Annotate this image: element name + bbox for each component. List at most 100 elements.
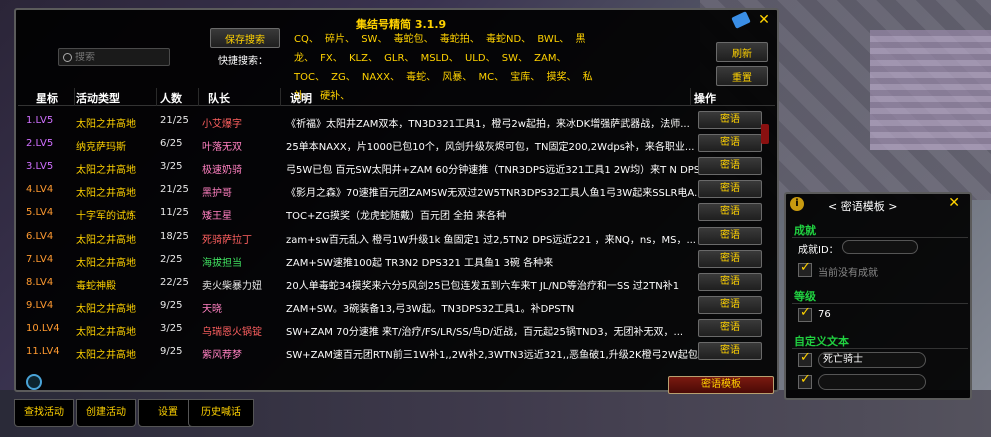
activity-description: 《祈福》太阳井ZAM双本，TN3D321工具1，橙弓2w起拍，来冰DK增强萨武器… xyxy=(286,119,690,130)
member-count: 18/25 xyxy=(160,230,189,242)
activity-description: zam+sw百元乱入 橙弓1W升级1k 鱼固定1 过2,5TN2 DPS远近22… xyxy=(286,234,696,246)
star-level: 4.LV4 xyxy=(26,184,54,196)
table-row[interactable]: 5.LV4 十字军的试炼 11/25 矮王星 TOC+ZG摸奖（龙虎蛇随戴）百元团 全拍… xyxy=(18,202,775,224)
table-row[interactable]: 6.LV4 太阳之井高地 18/25 死骑萨拉丁 zam+sw百元乱入 橙弓1W升级1k… xyxy=(18,226,775,248)
search-icon xyxy=(63,52,72,62)
table-row[interactable]: 3.LV5 太阳之井高地 3/25 极速奶骑 弓5W已包 百元SW太阳井+ZAM 60分… xyxy=(18,156,775,178)
whisper-button[interactable]: 密语 xyxy=(698,295,762,314)
activity-type: 太阳之井高地 xyxy=(76,188,136,200)
leader-name: 矮王星 xyxy=(202,211,232,223)
whisper-button[interactable]: 密语 xyxy=(698,249,762,268)
close-button[interactable]: ✕ xyxy=(757,13,771,27)
header-leader[interactable]: 队长 xyxy=(208,90,230,106)
member-count: 3/25 xyxy=(160,322,183,334)
section-achievement: 成就 xyxy=(794,224,816,237)
member-count: 21/25 xyxy=(160,184,189,196)
header-divider xyxy=(198,88,199,106)
activity-description: SW+ZAM 70分速推 来T/治疗/FS/LR/SS/鸟D/近战，百元起25锅… xyxy=(286,326,684,338)
tab-history[interactable]: 历史喊话 xyxy=(188,399,254,427)
header-star[interactable]: 星标 xyxy=(36,90,58,106)
leader-name: 海拔担当 xyxy=(202,257,242,269)
leader-name: 乌瑞恩火锅锭 xyxy=(202,326,262,338)
star-level: 2.LV5 xyxy=(26,138,54,150)
custom-text-1-checkbox[interactable]: ✓ xyxy=(798,350,812,367)
custom-text-2-checkbox[interactable]: ✓ xyxy=(798,372,812,389)
minimap-icon[interactable] xyxy=(26,374,42,390)
panel-title: < 密语模板 > xyxy=(828,200,898,213)
activity-description: TOC+ZG摸奖（龙虎蛇随戴）百元团 全拍 来各种 xyxy=(286,211,507,223)
search-input[interactable] xyxy=(58,48,170,66)
whisper-button[interactable]: 密语 xyxy=(698,342,762,360)
activity-type: 十字军的试炼 xyxy=(76,211,136,223)
save-search-button[interactable]: 保存搜索 xyxy=(210,28,280,48)
whisper-button[interactable]: 密语 xyxy=(698,157,762,176)
table-row[interactable]: 10.LV4 太阳之井高地 3/25 乌瑞恩火锅锭 SW+ZAM 70分速推 来T/治疗… xyxy=(18,318,775,340)
leader-name: 死骑萨拉丁 xyxy=(202,234,252,246)
leader-name: 极速奶骑 xyxy=(202,165,242,177)
section-level: 等级 xyxy=(794,290,816,303)
header-divider xyxy=(690,88,691,106)
background-scene-roof xyxy=(870,30,991,150)
whisper-button[interactable]: 密语 xyxy=(698,318,762,337)
refresh-button[interactable]: 刷新 xyxy=(716,42,768,62)
pin-icon[interactable] xyxy=(731,11,751,29)
whisper-template-button[interactable]: 密语模板 xyxy=(668,376,774,394)
reset-button[interactable]: 重置 xyxy=(716,66,768,86)
custom-text-1-input[interactable]: 死亡骑士 xyxy=(818,352,926,368)
whisper-button[interactable]: 密语 xyxy=(698,134,762,153)
star-level: 7.LV4 xyxy=(26,253,54,265)
member-count: 9/25 xyxy=(160,299,183,311)
header-activity[interactable]: 活动类型 xyxy=(76,90,120,106)
table-row[interactable]: 1.LV5 太阳之井高地 21/25 小艾爆字 《祈福》太阳井ZAM双本，TN3D321… xyxy=(18,110,775,132)
leader-name: 叶落无双 xyxy=(202,142,242,154)
header-op: 操作 xyxy=(694,92,716,105)
table-row[interactable]: 2.LV5 纳克萨玛斯 6/25 叶落无双 25单本NAXX，片1000已包10个，风剑… xyxy=(18,133,775,155)
whisper-button[interactable]: 密语 xyxy=(698,226,762,245)
divider xyxy=(792,237,968,238)
no-achievement-label: 当前没有成就 xyxy=(818,268,878,279)
activity-type: 太阳之井高地 xyxy=(76,303,136,315)
table-row[interactable]: 11.LV4 太阳之井高地 9/25 紫风荐梦 SW+ZAM速百元团RTN前三1W补1,… xyxy=(18,341,775,363)
check-icon: ✓ xyxy=(800,260,811,275)
activity-description: 25单本NAXX，片1000已包10个，风剑升级灰烬可包，TN固定200,2Wd… xyxy=(286,142,695,154)
star-level: 10.LV4 xyxy=(26,322,60,334)
custom-text-2-input[interactable] xyxy=(818,374,926,390)
divider xyxy=(792,348,968,349)
activity-description: 20人单毒蛇34摸奖来六分5风剑25已包连发五到六车来T JL/ND等治疗和一S… xyxy=(286,280,680,292)
member-count: 9/25 xyxy=(160,346,183,357)
level-checkbox[interactable]: ✓ xyxy=(798,305,812,322)
whisper-button[interactable]: 密语 xyxy=(698,203,762,222)
activity-type: 纳克萨玛斯 xyxy=(76,142,126,154)
leader-name: 紫风荐梦 xyxy=(202,350,242,361)
check-icon: ✓ xyxy=(800,372,811,387)
no-achievement-checkbox[interactable]: ✓ xyxy=(798,260,812,277)
member-count: 6/25 xyxy=(160,138,183,150)
whisper-button[interactable]: 密语 xyxy=(698,272,762,291)
table-row[interactable]: 8.LV4 毒蛇神殿 22/25 卖火柴暴力妞 20人单毒蛇34摸奖来六分5风剑25已包… xyxy=(18,272,775,294)
leader-name: 卖火柴暴力妞 xyxy=(202,280,262,292)
search-field[interactable] xyxy=(75,51,165,63)
header-count[interactable]: 人数 xyxy=(160,90,182,106)
star-level: 8.LV4 xyxy=(26,276,54,288)
scrollbar-thumb[interactable] xyxy=(761,124,769,144)
whisper-template-panel: i < 密语模板 > ✕ 成就 成就ID： ✓ 当前没有成就 等级 ✓ 76 自… xyxy=(784,192,972,400)
whisper-button[interactable]: 密语 xyxy=(698,111,762,129)
table-row[interactable]: 4.LV4 太阳之井高地 21/25 黑护哥 《影月之森》70速推百元团ZAMSW无双过… xyxy=(18,179,775,201)
star-level: 11.LV4 xyxy=(26,346,60,357)
table-row[interactable]: 7.LV4 太阳之井高地 2/25 海拔担当 ZAM+SW速推100起 TR3N2 DP… xyxy=(18,249,775,271)
table-row[interactable]: 9.LV4 太阳之井高地 9/25 天晓 ZAM+SW。3碗装备13,弓3W起。TN3D… xyxy=(18,295,775,317)
tab-find-activity[interactable]: 查找活动 xyxy=(14,399,74,427)
activity-description: ZAM+SW速推100起 TR3N2 DPS321 工具鱼1 3碗 各种来 xyxy=(286,257,554,269)
header-divider xyxy=(74,88,75,106)
header-divider xyxy=(280,88,281,106)
leader-name: 天晓 xyxy=(202,303,222,315)
member-count: 3/25 xyxy=(160,161,183,173)
divider xyxy=(792,303,968,304)
close-button[interactable]: ✕ xyxy=(948,195,960,211)
tab-create-activity[interactable]: 创建活动 xyxy=(76,399,136,427)
achievement-id-input[interactable] xyxy=(842,240,918,254)
whisper-button[interactable]: 密语 xyxy=(698,180,762,199)
activity-description: 《影月之森》70速推百元团ZAMSW无双过2W5TNR3DPS32工具人鱼1弓3… xyxy=(286,188,700,200)
info-icon[interactable]: i xyxy=(790,197,804,211)
header-desc[interactable]: 说明 xyxy=(290,90,312,106)
